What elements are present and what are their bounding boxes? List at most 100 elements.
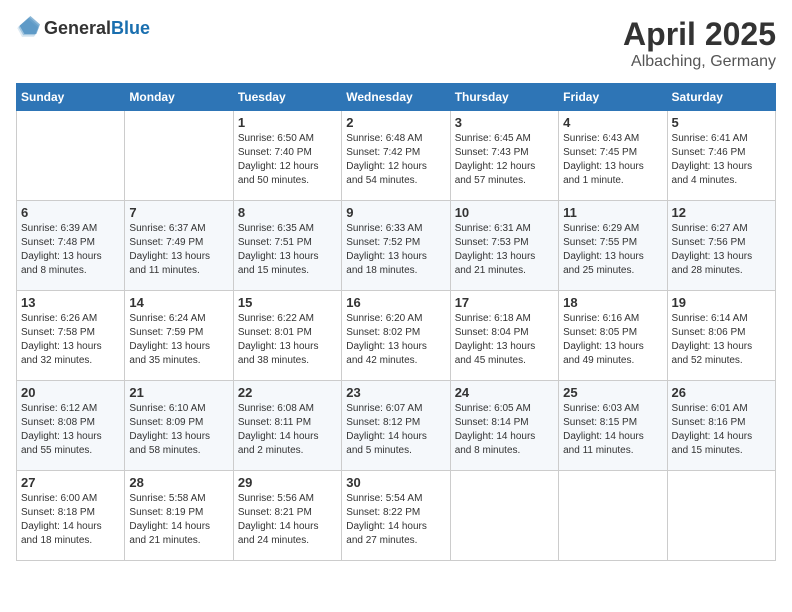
- day-cell: 4 Sunrise: 6:43 AM Sunset: 7:45 PM Daylig…: [559, 111, 667, 201]
- day-cell: 15 Sunrise: 6:22 AM Sunset: 8:01 PM Dayli…: [233, 291, 341, 381]
- day-info: Sunrise: 6:43 AM Sunset: 7:45 PM Dayligh…: [563, 132, 662, 188]
- day-info: Sunrise: 6:00 AM Sunset: 8:18 PM Dayligh…: [21, 492, 120, 548]
- day-cell: 2 Sunrise: 6:48 AM Sunset: 7:42 PM Daylig…: [342, 111, 450, 201]
- day-cell: 8Sunrise: 6:35 AM Sunset: 7:51 PM Daylig…: [233, 201, 341, 291]
- day-info: Sunrise: 6:37 AM Sunset: 7:49 PM Dayligh…: [129, 222, 228, 278]
- day-number: 20: [21, 385, 120, 400]
- col-tuesday: Tuesday: [233, 84, 341, 111]
- day-cell: 19Sunrise: 6:14 AM Sunset: 8:06 PM Dayli…: [667, 291, 775, 381]
- day-number: 2: [346, 115, 445, 130]
- col-sunday: Sunday: [17, 84, 125, 111]
- day-number: 6: [21, 205, 120, 220]
- logo-blue: Blue: [111, 18, 150, 38]
- day-cell: 18 Sunrise: 6:16 AM Sunset: 8:05 PM Dayli…: [559, 291, 667, 381]
- day-cell: 13 Sunrise: 6:26 AM Sunset: 7:58 PM Dayli…: [17, 291, 125, 381]
- day-number: 7: [129, 205, 228, 220]
- day-cell: 16 Sunrise: 6:20 AM Sunset: 8:02 PM Dayli…: [342, 291, 450, 381]
- day-info: Sunrise: 6:26 AM Sunset: 7:58 PM Dayligh…: [21, 312, 120, 368]
- day-info: Sunrise: 6:20 AM Sunset: 8:02 PM Dayligh…: [346, 312, 445, 368]
- day-cell: [125, 111, 233, 201]
- day-info: Sunrise: 6:22 AM Sunset: 8:01 PM Dayligh…: [238, 312, 337, 368]
- day-info: Sunrise: 6:31 AM Sunset: 7:53 PM Dayligh…: [455, 222, 554, 278]
- day-number: 28: [129, 475, 228, 490]
- day-info: Sunrise: 6:03 AM Sunset: 8:15 PM Dayligh…: [563, 402, 662, 458]
- day-info: Sunrise: 6:45 AM Sunset: 7:43 PM Dayligh…: [455, 132, 554, 188]
- day-info: Sunrise: 6:12 AM Sunset: 8:08 PM Dayligh…: [21, 402, 120, 458]
- day-cell: [667, 471, 775, 561]
- day-cell: [450, 471, 558, 561]
- col-friday: Friday: [559, 84, 667, 111]
- day-number: 15: [238, 295, 337, 310]
- day-info: Sunrise: 6:05 AM Sunset: 8:14 PM Dayligh…: [455, 402, 554, 458]
- calendar-header: Sunday Monday Tuesday Wednesday Thursday…: [17, 84, 776, 111]
- day-cell: 30 Sunrise: 5:54 AM Sunset: 8:22 PM Dayli…: [342, 471, 450, 561]
- day-cell: 21 Sunrise: 6:10 AM Sunset: 8:09 PM Dayli…: [125, 381, 233, 471]
- day-cell: 9 Sunrise: 6:33 AM Sunset: 7:52 PM Daylig…: [342, 201, 450, 291]
- day-info: Sunrise: 6:07 AM Sunset: 8:12 PM Dayligh…: [346, 402, 445, 458]
- day-number: 27: [21, 475, 120, 490]
- day-number: 3: [455, 115, 554, 130]
- logo: GeneralBlue: [16, 16, 150, 40]
- day-info: Sunrise: 6:27 AM Sunset: 7:56 PM Dayligh…: [672, 222, 771, 278]
- day-number: 22: [238, 385, 337, 400]
- day-number: 14: [129, 295, 228, 310]
- day-cell: 25Sunrise: 6:03 AM Sunset: 8:15 PM Dayli…: [559, 381, 667, 471]
- day-number: 18: [563, 295, 662, 310]
- day-number: 11: [563, 205, 662, 220]
- day-cell: 12 Sunrise: 6:27 AM Sunset: 7:56 PM Dayli…: [667, 201, 775, 291]
- calendar-table: Sunday Monday Tuesday Wednesday Thursday…: [16, 83, 776, 561]
- day-info: Sunrise: 6:50 AM Sunset: 7:40 PM Dayligh…: [238, 132, 337, 188]
- day-cell: 3 Sunrise: 6:45 AM Sunset: 7:43 PM Daylig…: [450, 111, 558, 201]
- day-info: Sunrise: 6:33 AM Sunset: 7:52 PM Dayligh…: [346, 222, 445, 278]
- title-block: April 2025 Albaching, Germany: [623, 16, 776, 71]
- day-number: 16: [346, 295, 445, 310]
- day-cell: 26 Sunrise: 6:01 AM Sunset: 8:16 PM Dayli…: [667, 381, 775, 471]
- day-number: 21: [129, 385, 228, 400]
- day-number: 17: [455, 295, 554, 310]
- day-info: Sunrise: 6:16 AM Sunset: 8:05 PM Dayligh…: [563, 312, 662, 368]
- day-number: 12: [672, 205, 771, 220]
- day-number: 26: [672, 385, 771, 400]
- day-cell: 5Sunrise: 6:41 AM Sunset: 7:46 PM Daylig…: [667, 111, 775, 201]
- logo-general: General: [44, 18, 111, 38]
- page-header: GeneralBlue April 2025 Albaching, German…: [16, 16, 776, 71]
- day-info: Sunrise: 5:54 AM Sunset: 8:22 PM Dayligh…: [346, 492, 445, 548]
- day-cell: 17 Sunrise: 6:18 AM Sunset: 8:04 PM Dayli…: [450, 291, 558, 381]
- day-info: Sunrise: 6:10 AM Sunset: 8:09 PM Dayligh…: [129, 402, 228, 458]
- day-cell: 24 Sunrise: 6:05 AM Sunset: 8:14 PM Dayli…: [450, 381, 558, 471]
- day-cell: [17, 111, 125, 201]
- day-number: 19: [672, 295, 771, 310]
- day-info: Sunrise: 6:08 AM Sunset: 8:11 PM Dayligh…: [238, 402, 337, 458]
- col-thursday: Thursday: [450, 84, 558, 111]
- day-cell: 23 Sunrise: 6:07 AM Sunset: 8:12 PM Dayli…: [342, 381, 450, 471]
- day-number: 29: [238, 475, 337, 490]
- calendar-body: 1 Sunrise: 6:50 AM Sunset: 7:40 PM Daylig…: [17, 111, 776, 561]
- day-cell: 14 Sunrise: 6:24 AM Sunset: 7:59 PM Dayli…: [125, 291, 233, 381]
- day-number: 4: [563, 115, 662, 130]
- day-cell: 20 Sunrise: 6:12 AM Sunset: 8:08 PM Dayli…: [17, 381, 125, 471]
- day-info: Sunrise: 6:48 AM Sunset: 7:42 PM Dayligh…: [346, 132, 445, 188]
- day-info: Sunrise: 5:58 AM Sunset: 8:19 PM Dayligh…: [129, 492, 228, 548]
- day-number: 8: [238, 205, 337, 220]
- day-info: Sunrise: 6:01 AM Sunset: 8:16 PM Dayligh…: [672, 402, 771, 458]
- location-title: Albaching, Germany: [623, 53, 776, 71]
- logo-wordmark: GeneralBlue: [44, 18, 150, 39]
- logo-icon: [16, 16, 40, 40]
- col-monday: Monday: [125, 84, 233, 111]
- day-cell: 7 Sunrise: 6:37 AM Sunset: 7:49 PM Daylig…: [125, 201, 233, 291]
- day-number: 13: [21, 295, 120, 310]
- day-info: Sunrise: 6:24 AM Sunset: 7:59 PM Dayligh…: [129, 312, 228, 368]
- day-number: 5: [672, 115, 771, 130]
- day-number: 24: [455, 385, 554, 400]
- week-row-2: 6Sunrise: 6:39 AM Sunset: 7:48 PM Daylig…: [17, 201, 776, 291]
- day-info: Sunrise: 6:18 AM Sunset: 8:04 PM Dayligh…: [455, 312, 554, 368]
- day-number: 9: [346, 205, 445, 220]
- day-cell: 22 Sunrise: 6:08 AM Sunset: 8:11 PM Dayli…: [233, 381, 341, 471]
- day-cell: [559, 471, 667, 561]
- day-cell: 6Sunrise: 6:39 AM Sunset: 7:48 PM Daylig…: [17, 201, 125, 291]
- day-number: 30: [346, 475, 445, 490]
- day-number: 1: [238, 115, 337, 130]
- day-cell: 28 Sunrise: 5:58 AM Sunset: 8:19 PM Dayli…: [125, 471, 233, 561]
- day-info: Sunrise: 5:56 AM Sunset: 8:21 PM Dayligh…: [238, 492, 337, 548]
- day-number: 23: [346, 385, 445, 400]
